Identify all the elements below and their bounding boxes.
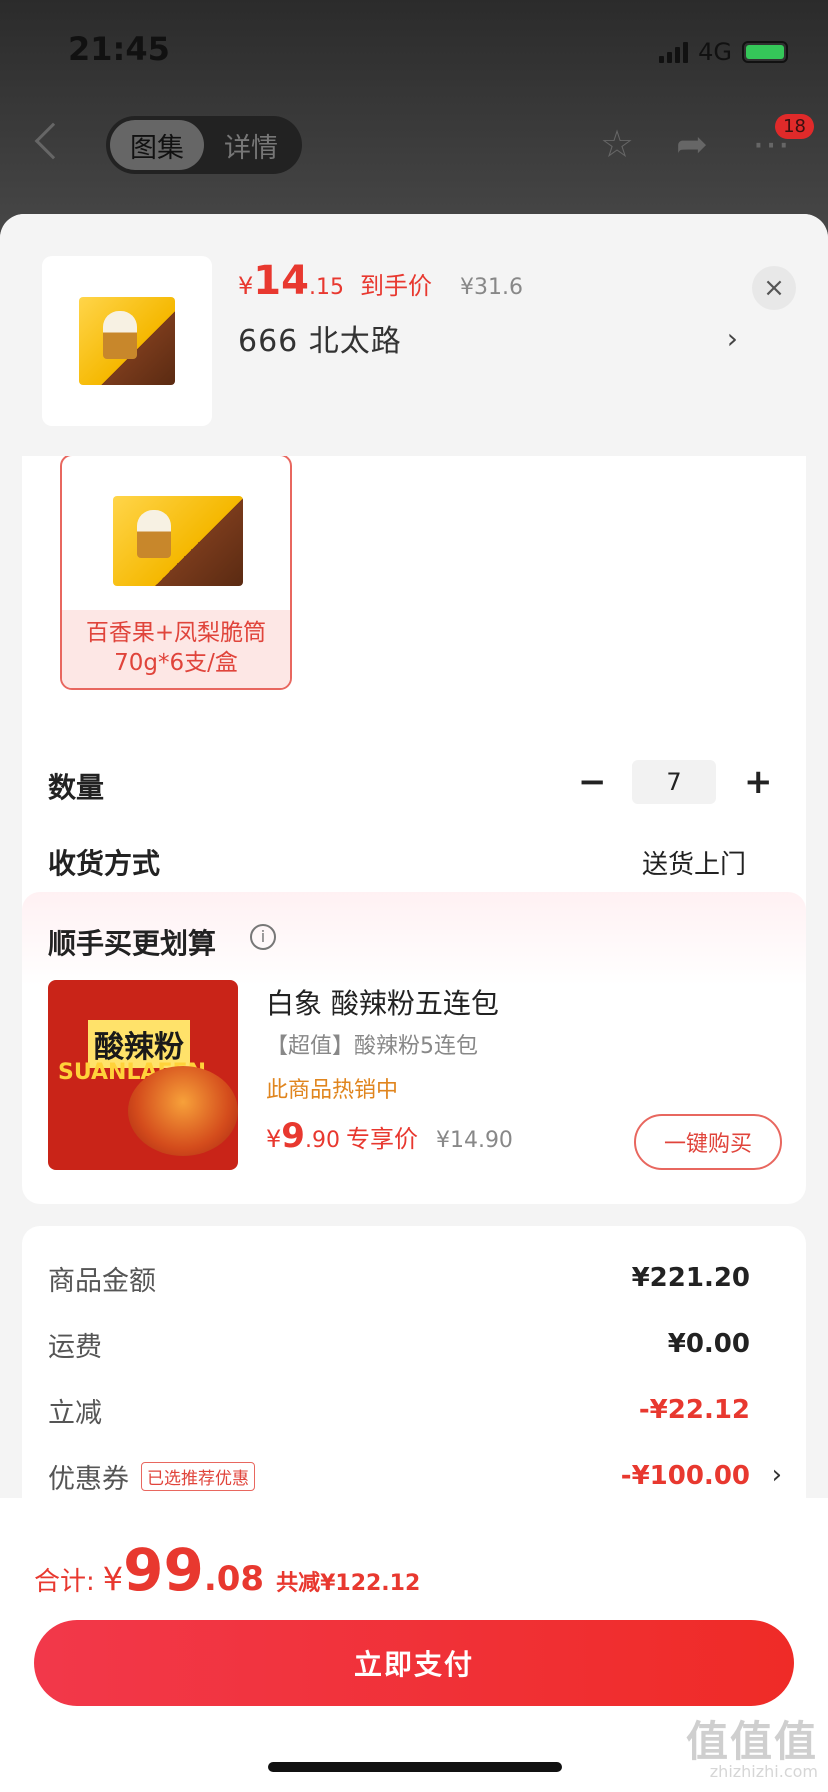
price-currency: ¥ <box>238 272 254 300</box>
summary-value: -¥100.00 <box>620 1461 750 1491</box>
price-tag: 到手价 <box>359 272 432 300</box>
delivery-value[interactable]: 送货上门 <box>642 844 746 881</box>
tab-details[interactable]: 详情 <box>204 120 298 170</box>
share-icon[interactable]: ➦ <box>676 122 708 166</box>
tab-gallery[interactable]: 图集 <box>110 120 204 170</box>
checkout-footer: 合计: ¥ 99 .08 共减¥122.12 立即支付 值值值 zhizhizh… <box>0 1498 828 1792</box>
summary-label: 商品金额 <box>48 1265 156 1297</box>
upsell-price-currency: ¥ <box>266 1125 282 1153</box>
delivery-label: 收货方式 <box>48 847 161 880</box>
status-time: 21:45 <box>68 30 170 68</box>
noodle-bowl-graphic <box>128 1066 238 1156</box>
sheet-header: ¥14.15 到手价 ¥31.6 666 北太路 › × <box>0 214 828 456</box>
summary-label: 优惠券 已选推荐优惠 <box>48 1457 255 1496</box>
header-price: ¥14.15 到手价 ¥31.6 <box>238 258 523 304</box>
watermark-logo: 值值值 <box>685 1717 818 1766</box>
summary-row-shipping: 运费 ¥0.00 <box>48 1324 750 1364</box>
price-decimal: .15 <box>308 275 344 300</box>
upsell-product-image[interactable]: 酸辣粉 SUANLAFEN <box>48 980 238 1170</box>
selected-sku[interactable]: 666 北太路 <box>238 316 402 360</box>
minus-button[interactable]: − <box>578 762 607 802</box>
signal-icon <box>659 41 689 63</box>
summary-row-coupon[interactable]: 优惠券 已选推荐优惠 -¥100.00 <box>48 1456 750 1496</box>
summary-value: -¥22.12 <box>638 1395 750 1425</box>
coupon-label: 优惠券 <box>48 1463 129 1495</box>
info-icon[interactable]: i <box>250 924 276 950</box>
chevron-right-icon[interactable]: › <box>772 1460 782 1490</box>
quantity-input[interactable] <box>632 760 716 804</box>
variant-image <box>90 456 266 586</box>
upsell-price: ¥9.90 专享价 ¥14.90 <box>266 1116 513 1156</box>
summary-row-subtotal: 商品金额 ¥221.20 <box>48 1258 750 1298</box>
total-integer: 99 <box>123 1536 204 1604</box>
back-icon[interactable] <box>34 122 72 160</box>
view-toggle: 图集 详情 <box>106 116 302 174</box>
total-decimal: .08 <box>203 1559 265 1599</box>
quantity-stepper: − + <box>578 760 773 804</box>
variant-label: 百香果+凤梨脆筒 70g*6支/盒 <box>62 610 290 688</box>
notification-badge: 18 <box>775 114 814 139</box>
upsell-product-name[interactable]: 白象 酸辣粉五连包 <box>266 982 499 1022</box>
coupon-tag: 已选推荐优惠 <box>141 1461 255 1491</box>
plus-button[interactable]: + <box>744 762 773 802</box>
upsell-product-sub: 【超值】酸辣粉5连包 <box>266 1034 478 1059</box>
home-indicator[interactable] <box>268 1762 562 1772</box>
nav-bar: 图集 详情 ☆ ➦ ⋯ 18 <box>0 110 828 180</box>
star-icon[interactable]: ☆ <box>600 122 634 166</box>
summary-label: 立减 <box>48 1397 102 1429</box>
one-click-buy-button[interactable]: 一键购买 <box>634 1114 782 1170</box>
total-label: 合计: <box>34 1567 95 1597</box>
upsell-price-decimal: .90 <box>304 1128 340 1153</box>
pay-now-button[interactable]: 立即支付 <box>34 1620 794 1706</box>
upsell-price-tag: 专享价 <box>345 1125 418 1153</box>
product-thumbnail[interactable] <box>42 256 212 426</box>
chevron-right-icon[interactable]: › <box>727 322 738 355</box>
watermark-url: zhizhizhi.com <box>709 1762 818 1781</box>
variant-option-selected[interactable]: 百香果+凤梨脆筒 70g*6支/盒 <box>60 454 292 690</box>
summary-row-discount: 立减 -¥22.12 <box>48 1390 750 1430</box>
summary-value: ¥221.20 <box>631 1263 750 1293</box>
status-bar: 21:45 4G <box>0 0 828 100</box>
total-line: 合计: ¥ 99 .08 共减¥122.12 <box>34 1536 420 1604</box>
original-price: ¥31.6 <box>459 275 523 300</box>
close-button[interactable]: × <box>752 266 796 310</box>
upsell-hot-label: 此商品热销中 <box>266 1078 399 1103</box>
total-currency: ¥ <box>102 1560 124 1598</box>
network-label: 4G <box>698 38 732 66</box>
quantity-label: 数量 <box>48 771 105 804</box>
upsell-price-integer: 9 <box>281 1116 305 1156</box>
total-saved: 共减¥122.12 <box>276 1571 421 1596</box>
price-integer: 14 <box>253 258 309 304</box>
summary-label: 运费 <box>48 1331 102 1363</box>
upsell-original-price: ¥14.90 <box>435 1128 513 1153</box>
order-summary: 商品金额 ¥221.20 运费 ¥0.00 立减 -¥22.12 优惠券 已选推… <box>22 1226 806 1526</box>
upsell-title: 顺手买更划算 <box>48 927 217 960</box>
summary-value: ¥0.00 <box>667 1329 750 1359</box>
status-icons: 4G <box>659 38 788 66</box>
battery-icon <box>742 41 788 63</box>
upsell-card: 顺手买更划算 i 酸辣粉 SUANLAFEN 白象 酸辣粉五连包 【超值】酸辣粉… <box>22 892 806 1204</box>
